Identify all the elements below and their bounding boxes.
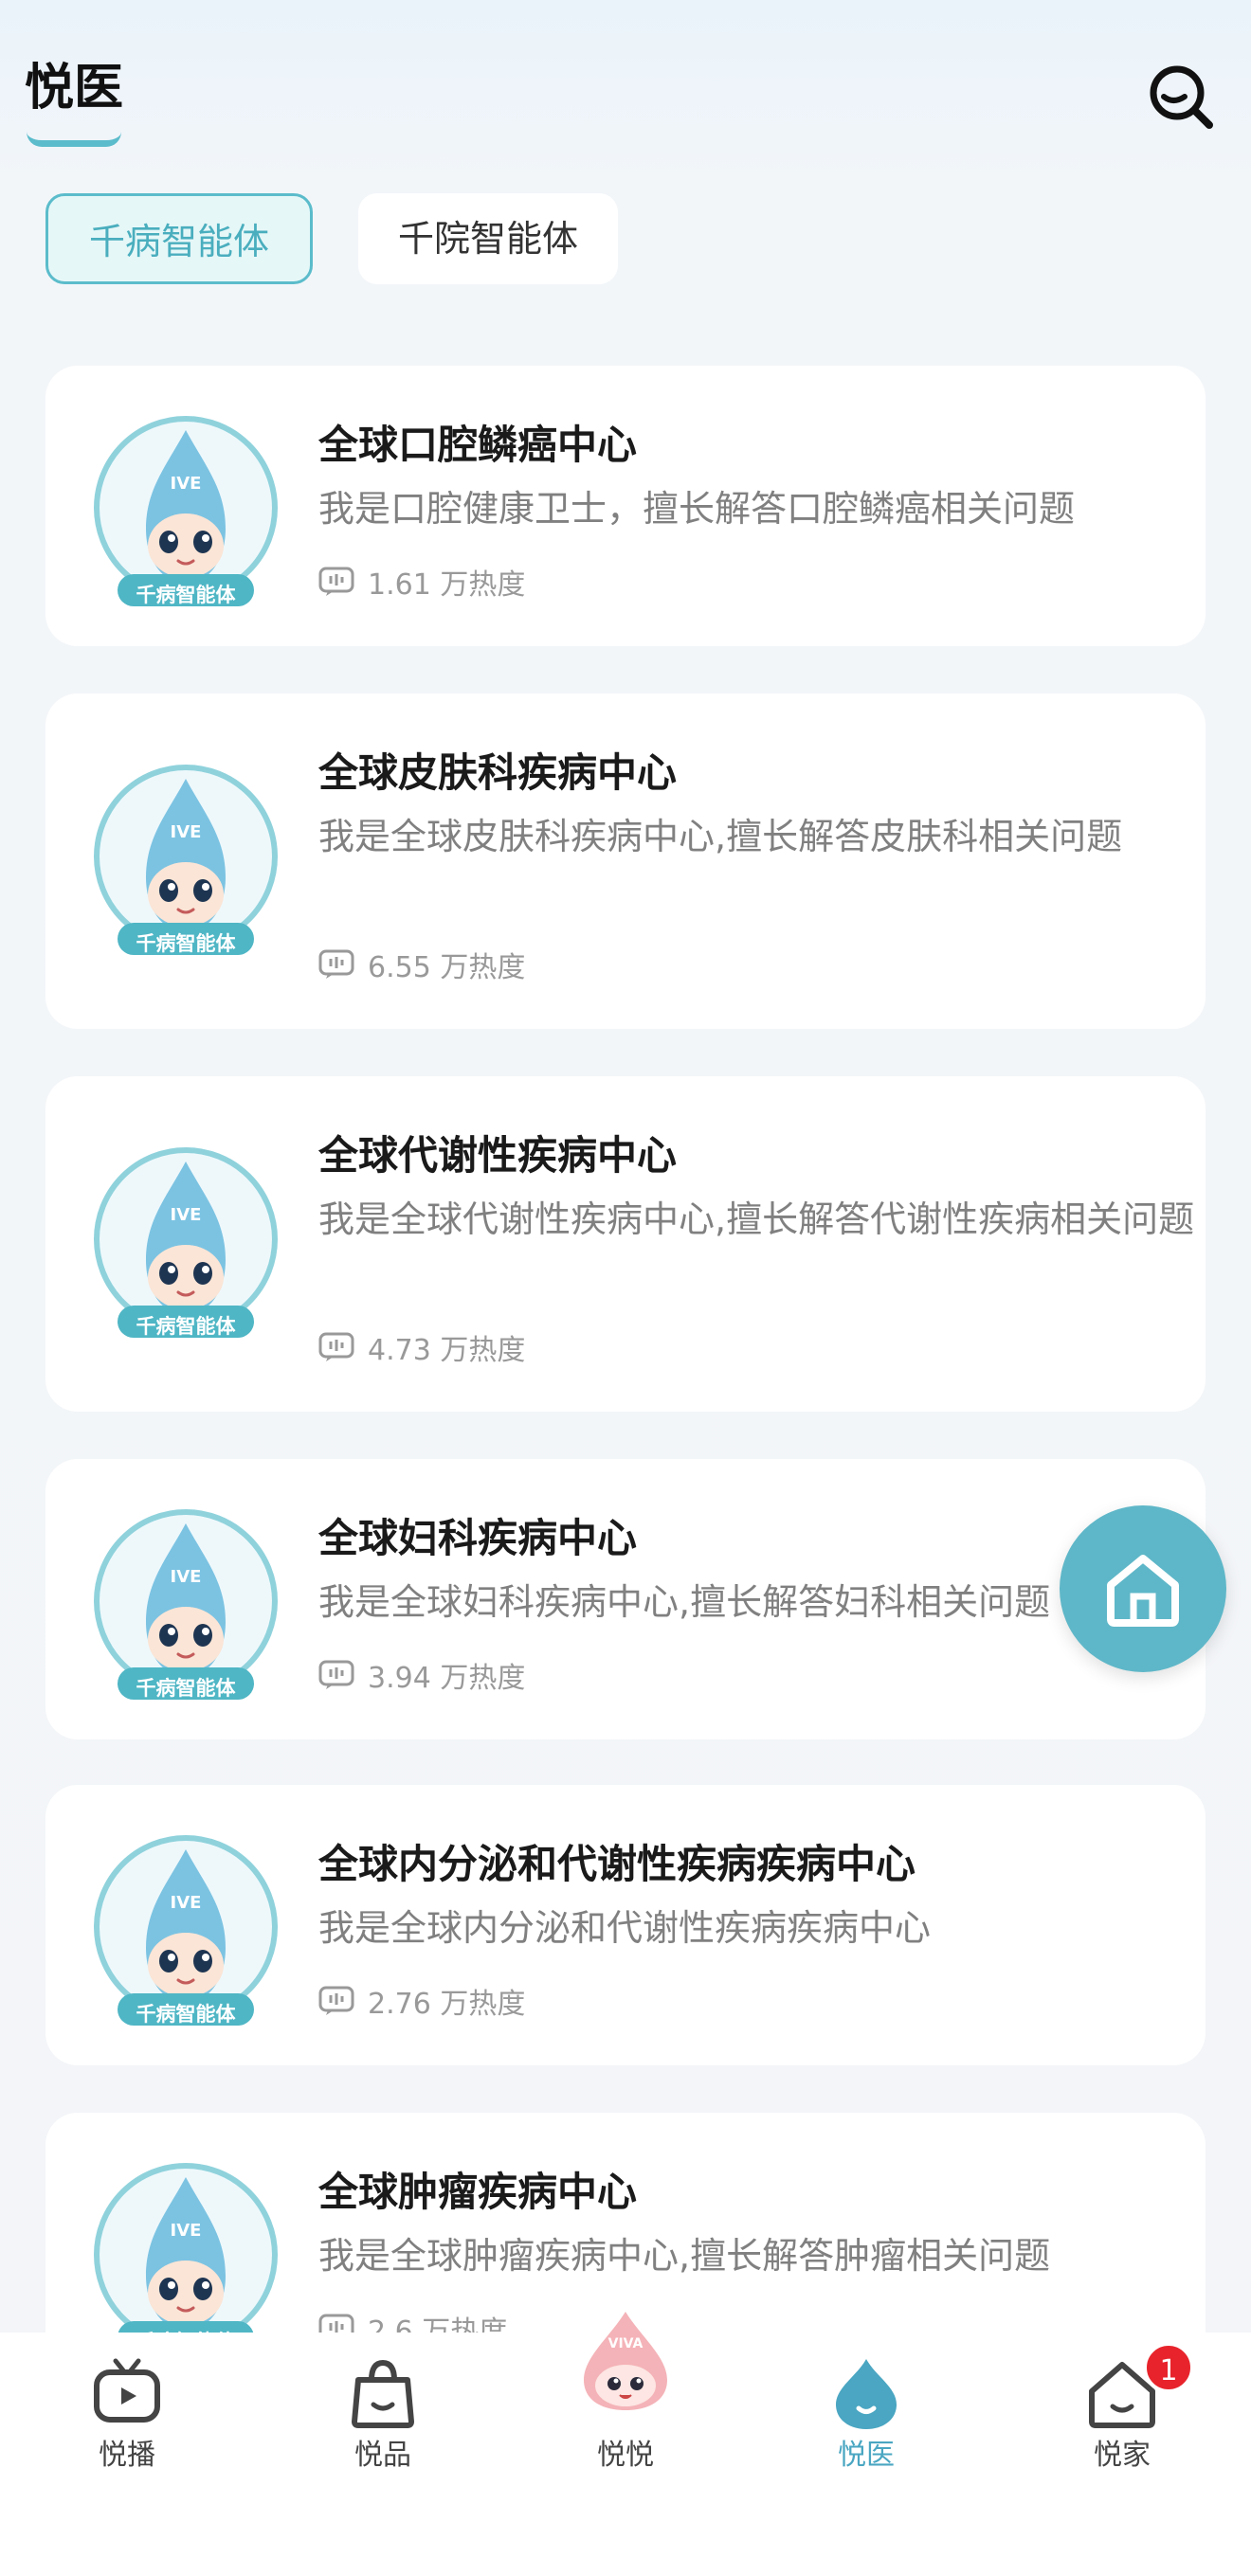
page-title: 悦医 (25, 60, 124, 117)
heat-text: 6.55 万热度 (368, 951, 526, 984)
heat-text: 3.94 万热度 (368, 1662, 526, 1695)
bag-icon (352, 2359, 414, 2428)
tab-hospitals-agent[interactable]: 千院智能体 (358, 193, 618, 284)
search-button[interactable] (1145, 61, 1217, 133)
svg-text:VIVA: VIVA (608, 2336, 644, 2351)
heat-text: 4.73 万热度 (368, 1334, 526, 1367)
heat-count: 1.61 万热度 (318, 561, 525, 603)
card-description: 我是全球肿瘤疾病中心,擅长解答肿瘤相关问题 (318, 2235, 1051, 2277)
card-title: 全球代谢性疾病中心 (318, 1132, 678, 1179)
card-description: 我是口腔健康卫士，擅长解答口腔鳞癌相关问题 (318, 488, 1076, 530)
heat-count: 4.73 万热度 (318, 1326, 525, 1368)
avatar-badge-label: 千病智能体 (136, 1677, 236, 1700)
nav-item-broadcast[interactable]: 悦播 (51, 2333, 203, 2475)
heat-count: 2.76 万热度 (318, 1980, 525, 2022)
notification-badge: 1 (1143, 2342, 1194, 2393)
nav-label: 悦悦 (597, 2439, 654, 2472)
drop-icon (836, 2359, 897, 2429)
floating-home-button[interactable] (1060, 1505, 1226, 1672)
chat-heat-icon (318, 1332, 354, 1361)
heat-count: 3.94 万热度 (318, 1654, 525, 1696)
mascot-icon: VIVA (584, 2312, 667, 2410)
agent-card[interactable]: 千病智能体 全球代谢性疾病中心 我是全球代谢性疾病中心,擅长解答代谢性疾病相关问… (45, 1076, 1206, 1412)
card-title: 全球内分泌和代谢性疾病疾病中心 (318, 1841, 916, 1887)
nav-label: 悦家 (1094, 2439, 1151, 2472)
card-title: 全球口腔鳞癌中心 (318, 422, 638, 468)
avatar-badge-label: 千病智能体 (136, 584, 236, 606)
tv-icon (94, 2358, 160, 2423)
avatar-badge-label: 千病智能体 (136, 2003, 236, 2026)
nav-label: 悦医 (838, 2439, 895, 2472)
agent-card[interactable]: 千病智能体 全球内分泌和代谢性疾病疾病中心 我是全球内分泌和代谢性疾病疾病中心 … (45, 1785, 1206, 2065)
nav-item-family[interactable]: 1 悦家 (1046, 2333, 1198, 2475)
nav-item-products[interactable]: 悦品 (307, 2333, 459, 2475)
card-title: 全球妇科疾病中心 (318, 1515, 638, 1561)
search-icon (1150, 65, 1213, 129)
card-description: 我是全球代谢性疾病中心,擅长解答代谢性疾病相关问题 (318, 1198, 1195, 1240)
avatar-badge-label: 千病智能体 (136, 932, 236, 955)
agent-card[interactable]: 千病智能体 全球口腔鳞癌中心 我是口腔健康卫士，擅长解答口腔鳞癌相关问题 1.6… (45, 366, 1206, 646)
bottom-nav: 悦播 悦品 VIVA 悦悦 悦医 1 悦家 (0, 2312, 1251, 2576)
chat-heat-icon (318, 567, 354, 596)
chat-heat-icon (318, 1986, 354, 2015)
card-title: 全球皮肤科疾病中心 (318, 749, 678, 796)
heat-text: 1.61 万热度 (368, 568, 526, 602)
card-description: 我是全球皮肤科疾病中心,擅长解答皮肤科相关问题 (318, 816, 1123, 857)
agent-card[interactable]: 千病智能体 全球妇科疾病中心 我是全球妇科疾病中心,擅长解答妇科相关问题 3.9… (45, 1459, 1206, 1739)
nav-label: 悦品 (354, 2439, 411, 2472)
nav-item-medical[interactable]: 悦医 (790, 2333, 942, 2475)
agent-card[interactable]: 千病智能体 全球皮肤科疾病中心 我是全球皮肤科疾病中心,擅长解答皮肤科相关问题 … (45, 694, 1206, 1029)
title-underline (27, 132, 121, 147)
card-title: 全球肿瘤疾病中心 (318, 2169, 638, 2215)
card-description: 我是全球内分泌和代谢性疾病疾病中心 (318, 1907, 932, 1949)
nav-label: 悦播 (99, 2439, 155, 2472)
nav-item-yueyue[interactable]: VIVA 悦悦 (550, 2312, 701, 2475)
home-icon (1107, 1555, 1179, 1627)
chat-heat-icon (318, 1660, 354, 1689)
chat-heat-icon (318, 949, 354, 979)
tab-diseases-agent[interactable]: 千病智能体 (45, 193, 313, 284)
avatar-badge-label: 千病智能体 (136, 1315, 236, 1338)
heat-count: 6.55 万热度 (318, 944, 525, 985)
heat-text: 2.76 万热度 (368, 1988, 526, 2021)
header: 悦医 (0, 0, 1251, 161)
